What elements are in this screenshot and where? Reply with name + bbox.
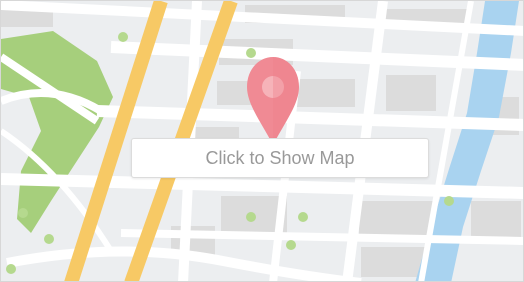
map-placeholder[interactable]: Click to Show Map — [0, 0, 524, 282]
show-map-button[interactable]: Click to Show Map — [131, 138, 429, 178]
